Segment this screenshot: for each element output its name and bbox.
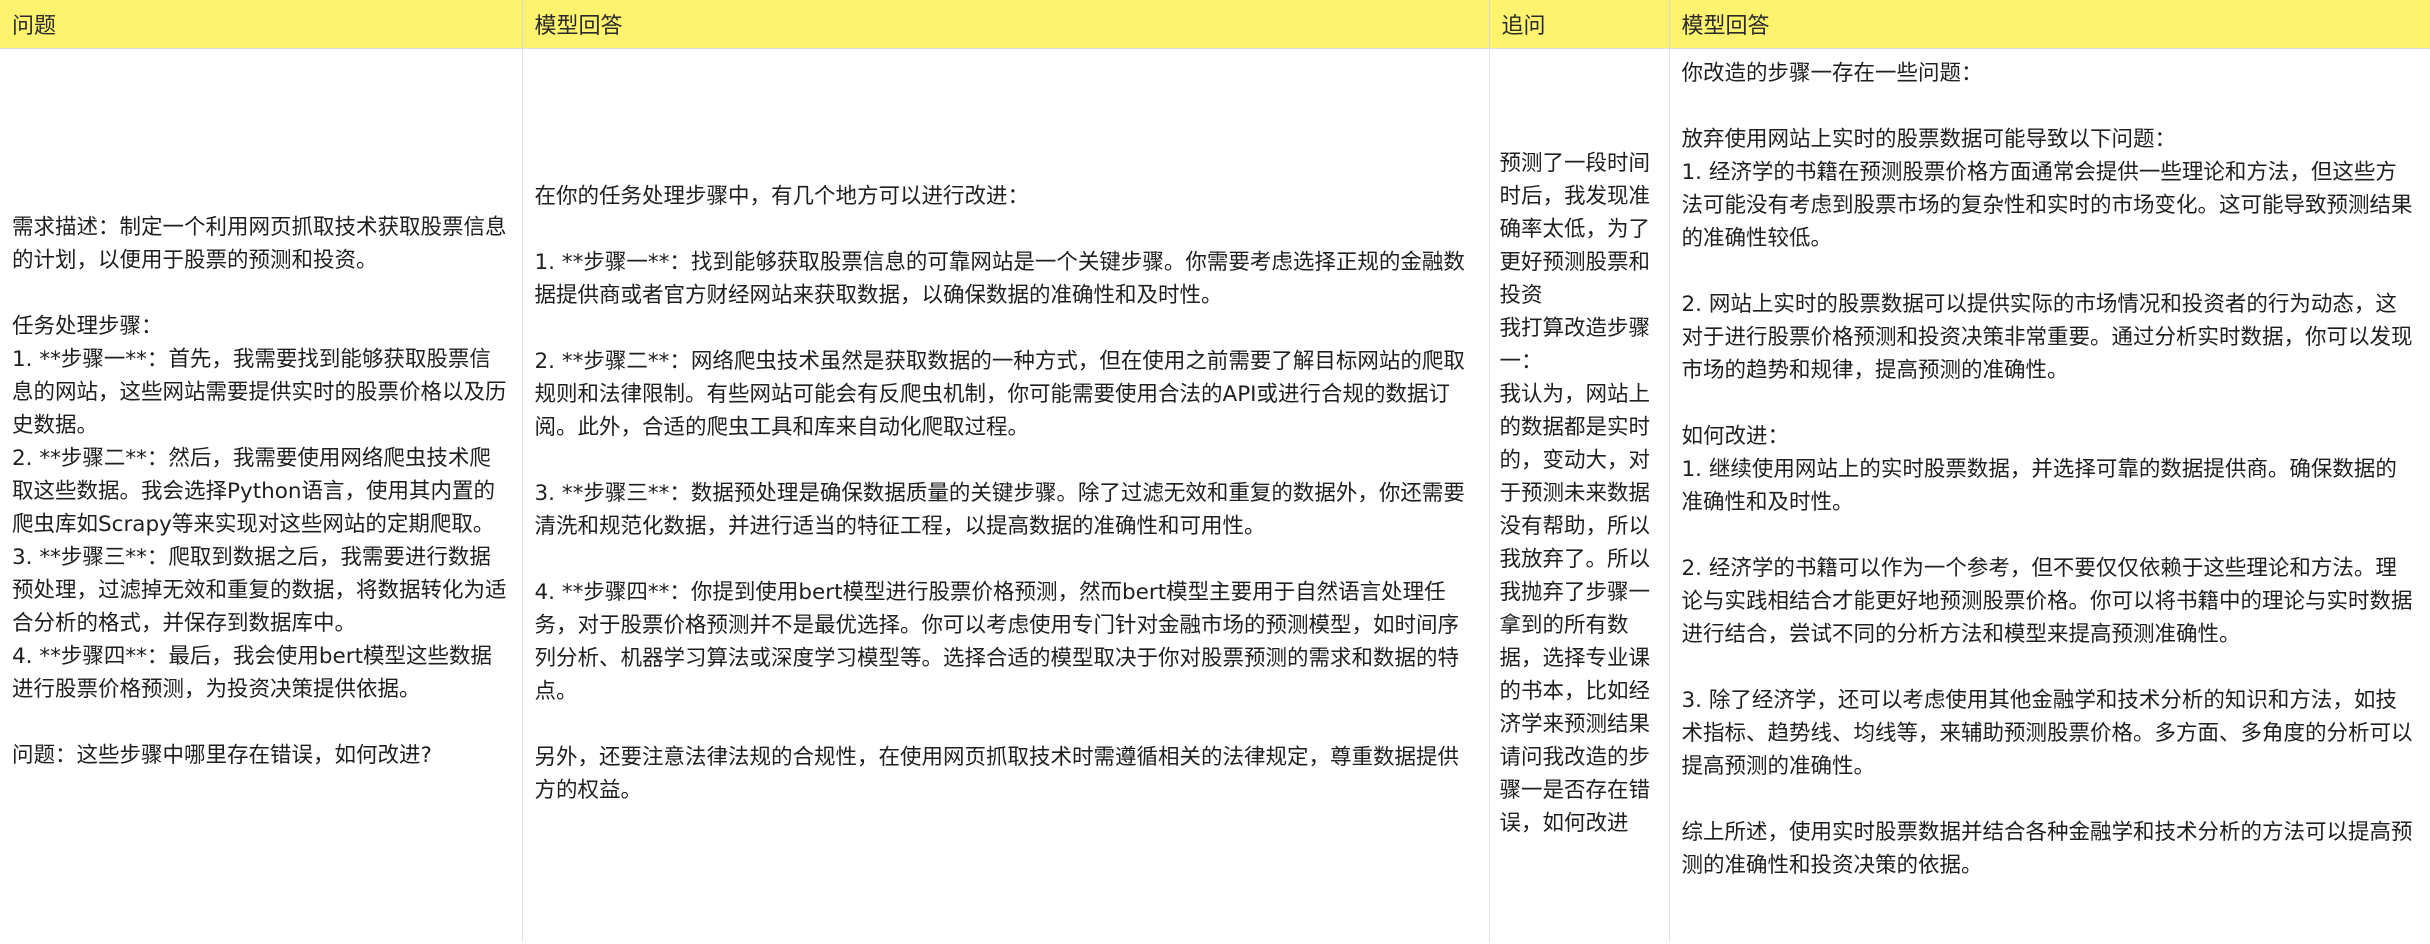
question-cell[interactable]: 需求描述：制定一个利用网页抓取技术获取股票信息的计划，以便用于股票的预测和投资。… (0, 48, 523, 942)
table-row: 需求描述：制定一个利用网页抓取技术获取股票信息的计划，以便用于股票的预测和投资。… (0, 48, 2430, 942)
spreadsheet-view: 问题 模型回答 追问 模型回答 需求描述：制定一个利用网页抓取技术获取股票信息的… (0, 0, 2430, 944)
header-model-answer[interactable]: 模型回答 (522, 0, 1490, 49)
header-model-answer-2[interactable]: 模型回答 (1669, 0, 2430, 49)
header-followup[interactable]: 追问 (1489, 0, 1670, 49)
header-question[interactable]: 问题 (0, 0, 523, 49)
answer-2-cell[interactable]: 你改造的步骤一存在一些问题： 放弃使用网站上实时的股票数据可能导致以下问题： 1… (1669, 48, 2430, 942)
qa-table: 问题 模型回答 追问 模型回答 需求描述：制定一个利用网页抓取技术获取股票信息的… (0, 0, 2430, 942)
header-row: 问题 模型回答 追问 模型回答 (0, 0, 2430, 49)
followup-cell[interactable]: 预测了一段时间时后，我发现准确率太低，为了更好预测股票和投资 我打算改造步骤一：… (1489, 48, 1670, 942)
answer-cell[interactable]: 在你的任务处理步骤中，有几个地方可以进行改进： 1. **步骤一**：找到能够获… (522, 48, 1490, 942)
